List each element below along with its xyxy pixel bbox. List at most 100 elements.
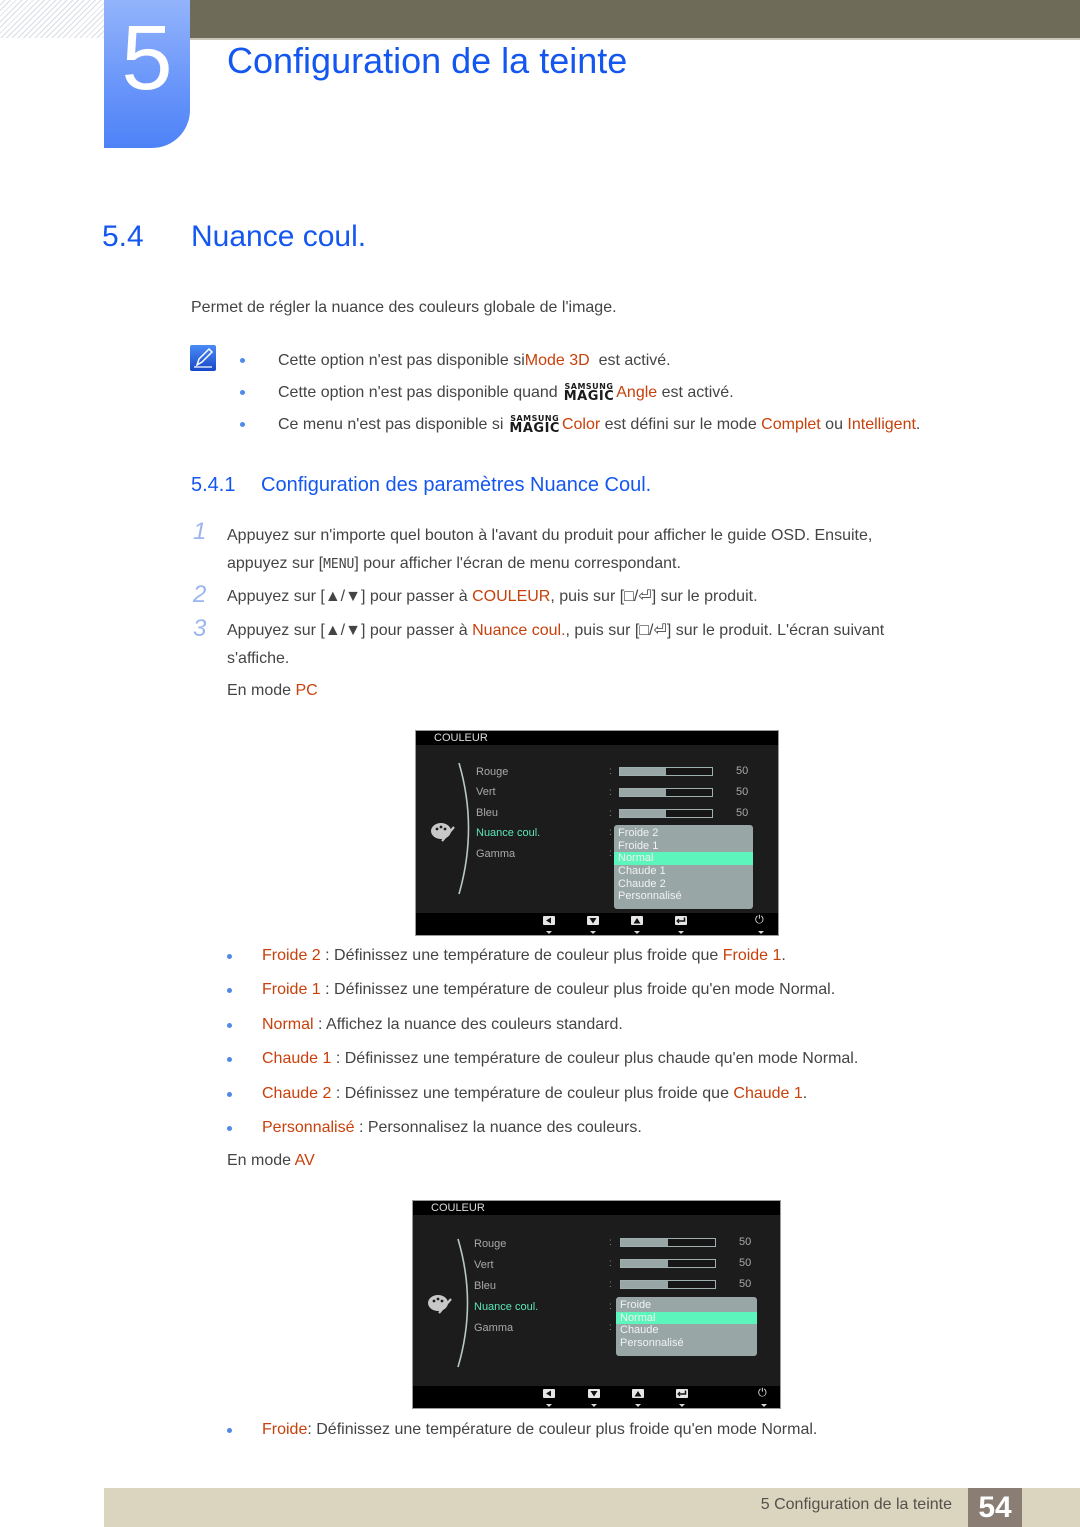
osd-menu-item[interactable]: Vert: [476, 786, 496, 798]
bullet-icon: [227, 1091, 232, 1097]
highlight-term: Color: [561, 416, 601, 433]
osd-slider-rouge[interactable]: [620, 1238, 716, 1247]
subsection-title: Configuration des paramètres Nuance Coul…: [261, 474, 652, 496]
osd-option[interactable]: Froide: [616, 1299, 757, 1312]
osd-menu-pc: COULEUR : : Froide 2 Froide 1 Normal Chaude…: [415, 730, 779, 936]
osd-option[interactable]: Chaude: [616, 1324, 757, 1337]
up-arrow-button-icon[interactable]: [631, 916, 643, 925]
osd-header: COULEUR: [413, 1201, 780, 1215]
bullet-icon: [227, 954, 232, 959]
description-item: Normal : Affichez la nuance des couleurs…: [227, 1015, 858, 1049]
chapter-number-tab: 5: [104, 0, 190, 148]
osd-option[interactable]: Personnalisé: [616, 1337, 757, 1350]
samsung-magic-logo-icon: SAMSUNG MAGIC: [509, 414, 560, 436]
button-indicator-icon: [590, 931, 596, 934]
page-footer: 5 Configuration de la teinte: [104, 1488, 1080, 1527]
option-term: Personnalisé: [262, 1118, 355, 1136]
osd-slider-value: 50: [739, 1236, 752, 1248]
subsection-number: 5.4.1: [191, 474, 236, 496]
header-hatch-decoration: [0, 0, 104, 38]
menu-key-label: MENU: [323, 557, 355, 572]
step-number: 2: [193, 581, 207, 608]
description-list-av: Froide: Définissez une température de co…: [227, 1420, 817, 1454]
osd-slider-bleu[interactable]: [620, 1280, 716, 1289]
osd-nuance-dropdown[interactable]: Froide 2 Froide 1 Normal Chaude 1 Chaude 2 Pe…: [614, 825, 753, 909]
osd-slider-value: 50: [736, 765, 749, 777]
osd-slider-value: 50: [736, 807, 749, 819]
osd-option[interactable]: Personnalisé: [614, 890, 753, 903]
down-arrow-button-icon[interactable]: [588, 1389, 600, 1398]
step-number: 3: [193, 615, 207, 642]
osd-menu-item[interactable]: Vert: [474, 1259, 494, 1271]
source-enter-key-icon: □/⏎: [624, 588, 652, 605]
osd-slider-bleu[interactable]: [619, 809, 713, 818]
chapter-title: Configuration de la teinte: [227, 40, 628, 81]
description-list-pc: Froide 2 : Définissez une température de…: [227, 946, 858, 1152]
description-item: Personnalisé : Personnalisez la nuance d…: [227, 1118, 858, 1152]
description-item: Chaude 2 : Définissez une température de…: [227, 1084, 858, 1118]
button-indicator-icon: [546, 1404, 552, 1407]
osd-menu-item[interactable]: Rouge: [476, 766, 508, 778]
chapter-number: 5: [121, 7, 173, 109]
bullet-icon: [227, 1057, 232, 1063]
osd-slider-value: 50: [739, 1278, 752, 1290]
description-item: Froide: Définissez une température de co…: [227, 1420, 817, 1454]
enter-button-icon[interactable]: [676, 1389, 688, 1398]
osd-slider-vert[interactable]: [620, 1259, 716, 1268]
up-arrow-button-icon[interactable]: [632, 1389, 644, 1398]
osd-menu-item[interactable]: Gamma: [474, 1322, 513, 1334]
osd-slider-vert[interactable]: [619, 788, 713, 797]
description-item: Froide 1 : Définissez une température de…: [227, 980, 858, 1014]
mode-av-label: En mode AV: [227, 1152, 315, 1169]
source-enter-key-icon: □/⏎: [639, 622, 667, 639]
power-icon[interactable]: ⏻: [755, 914, 764, 927]
bullet-icon: [240, 358, 245, 363]
osd-nuance-dropdown[interactable]: Froide Normal Chaude Personnalisé: [616, 1297, 757, 1356]
osd-slider-value: 50: [736, 786, 749, 798]
osd-option[interactable]: Froide 1: [614, 840, 753, 853]
osd-menu-item[interactable]: Bleu: [474, 1280, 496, 1292]
down-arrow-button-icon[interactable]: [587, 916, 599, 925]
button-indicator-icon: [634, 931, 640, 934]
osd-option[interactable]: Normal: [614, 852, 753, 866]
button-indicator-icon: [678, 931, 684, 934]
osd-slider-value: 50: [739, 1257, 752, 1269]
highlight-term: COULEUR: [472, 588, 551, 605]
section-number: 5.4: [102, 220, 144, 253]
osd-slider-rouge[interactable]: [619, 767, 713, 776]
osd-slider-fill: [620, 789, 666, 796]
highlight-term: Nuance coul.: [472, 622, 566, 639]
osd-option[interactable]: Chaude 1: [614, 865, 753, 878]
option-term: Chaude 2: [262, 1084, 332, 1102]
osd-menu-item[interactable]: Rouge: [474, 1238, 506, 1250]
osd-menu-av: COULEUR : : Froide Normal Chaude Personnali…: [412, 1200, 781, 1409]
description-item: Froide 2 : Définissez une température de…: [227, 946, 858, 980]
highlight-term: Mode 3D: [524, 352, 590, 369]
section-intro: Permet de régler la nuance des couleurs …: [191, 299, 617, 316]
osd-menu-item[interactable]: Nuance coul.: [476, 827, 540, 839]
left-arrow-button-icon[interactable]: [543, 916, 555, 925]
bullet-icon: [227, 1428, 232, 1433]
option-term-ref: Chaude 1: [733, 1084, 803, 1102]
osd-arc-decoration: [458, 762, 470, 895]
highlight-term: Complet: [761, 416, 821, 433]
palette-icon: [431, 823, 455, 842]
osd-option[interactable]: Froide 2: [614, 827, 753, 840]
osd-menu-item[interactable]: Gamma: [476, 848, 515, 860]
bullet-icon: [227, 988, 232, 994]
highlight-term: Intelligent: [847, 416, 916, 433]
enter-button-icon[interactable]: [675, 916, 687, 925]
osd-option[interactable]: Normal: [616, 1311, 757, 1325]
bullet-icon: [240, 390, 245, 395]
bullet-icon: [227, 1125, 232, 1131]
step-number: 1: [193, 518, 207, 545]
osd-option[interactable]: Chaude 2: [614, 878, 753, 891]
left-arrow-button-icon[interactable]: [543, 1389, 555, 1398]
header-bar: [190, 0, 1080, 38]
option-term: Chaude 1: [262, 1050, 332, 1068]
power-icon[interactable]: ⏻: [758, 1387, 767, 1400]
option-term: Normal: [262, 1015, 314, 1033]
highlight-term: Angle: [616, 384, 658, 401]
osd-menu-item[interactable]: Nuance coul.: [474, 1301, 538, 1313]
osd-menu-item[interactable]: Bleu: [476, 807, 498, 819]
